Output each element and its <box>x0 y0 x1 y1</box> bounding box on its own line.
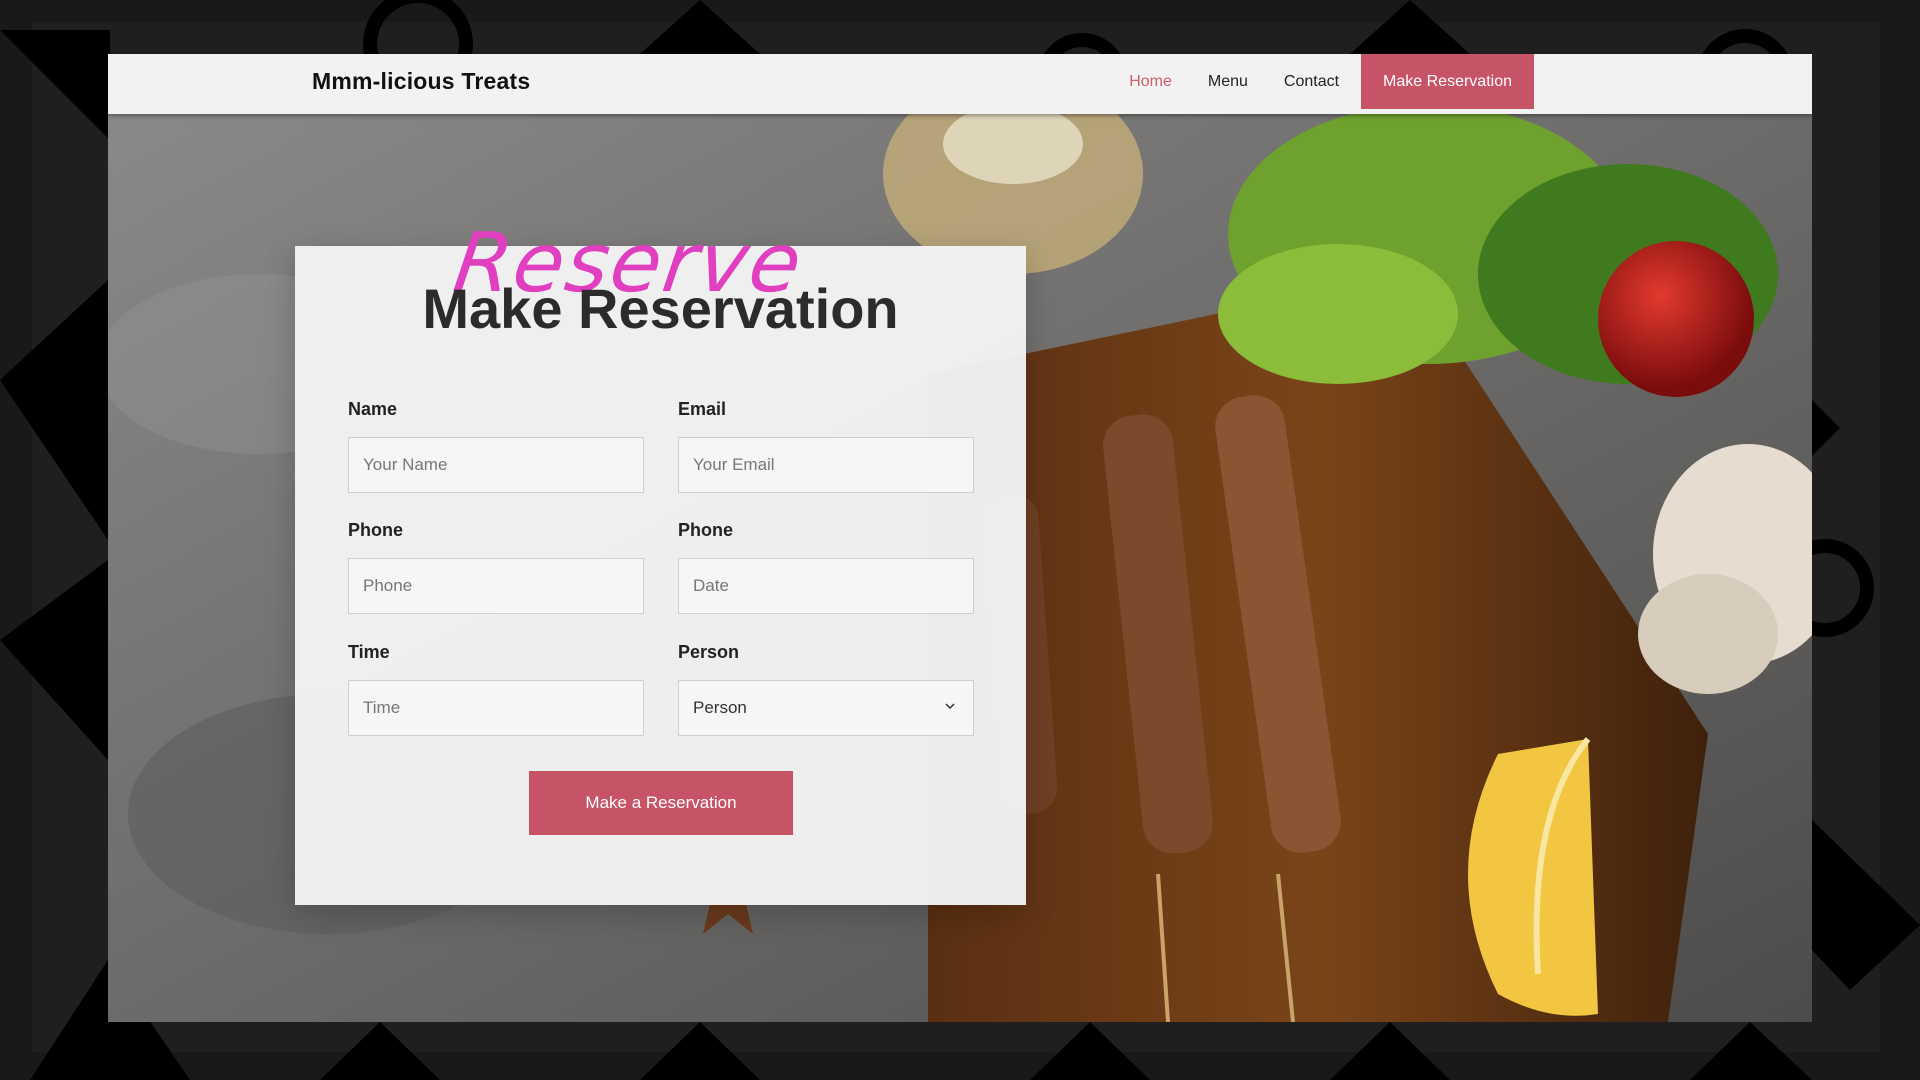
nav-make-reservation-button[interactable]: Make Reservation <box>1361 54 1534 109</box>
person-label: Person <box>678 642 740 662</box>
email-label: Email <box>678 399 727 419</box>
main-nav: Home Menu Contact Make Reservation <box>1111 54 1534 109</box>
name-label: Name <box>348 399 398 419</box>
time-input[interactable]: Time <box>348 680 644 736</box>
brand-logo-text[interactable]: Mmm-licious Treats <box>312 68 530 95</box>
nav-contact-link[interactable]: Contact <box>1266 73 1357 91</box>
phone-label: Phone <box>348 520 404 540</box>
make-reservation-submit-button[interactable]: Make a Reservation <box>529 771 793 835</box>
date-label: Phone <box>678 520 734 540</box>
nav-home-link[interactable]: Home <box>1111 73 1190 91</box>
nav-menu-link[interactable]: Menu <box>1190 73 1266 91</box>
chevron-down-icon <box>945 703 955 710</box>
form-title: Make Reservation <box>422 277 899 340</box>
name-input[interactable]: Your Name <box>348 437 644 493</box>
person-select[interactable]: Person <box>678 680 974 736</box>
browser-frame: Mmm-licious Treats Home Menu Contact Mak… <box>108 54 1812 1022</box>
phone-input[interactable]: Phone <box>348 558 644 614</box>
form-title-area: Reserve Make Reservation <box>295 216 1026 356</box>
time-label: Time <box>348 642 390 662</box>
email-input[interactable]: Your Email <box>678 437 974 493</box>
person-select-value: Person <box>693 698 747 717</box>
reservation-form-card: Reserve Make Reservation Name Your Name … <box>295 216 1026 905</box>
top-navbar: Mmm-licious Treats Home Menu Contact Mak… <box>108 54 1812 114</box>
date-input[interactable]: Date <box>678 558 974 614</box>
